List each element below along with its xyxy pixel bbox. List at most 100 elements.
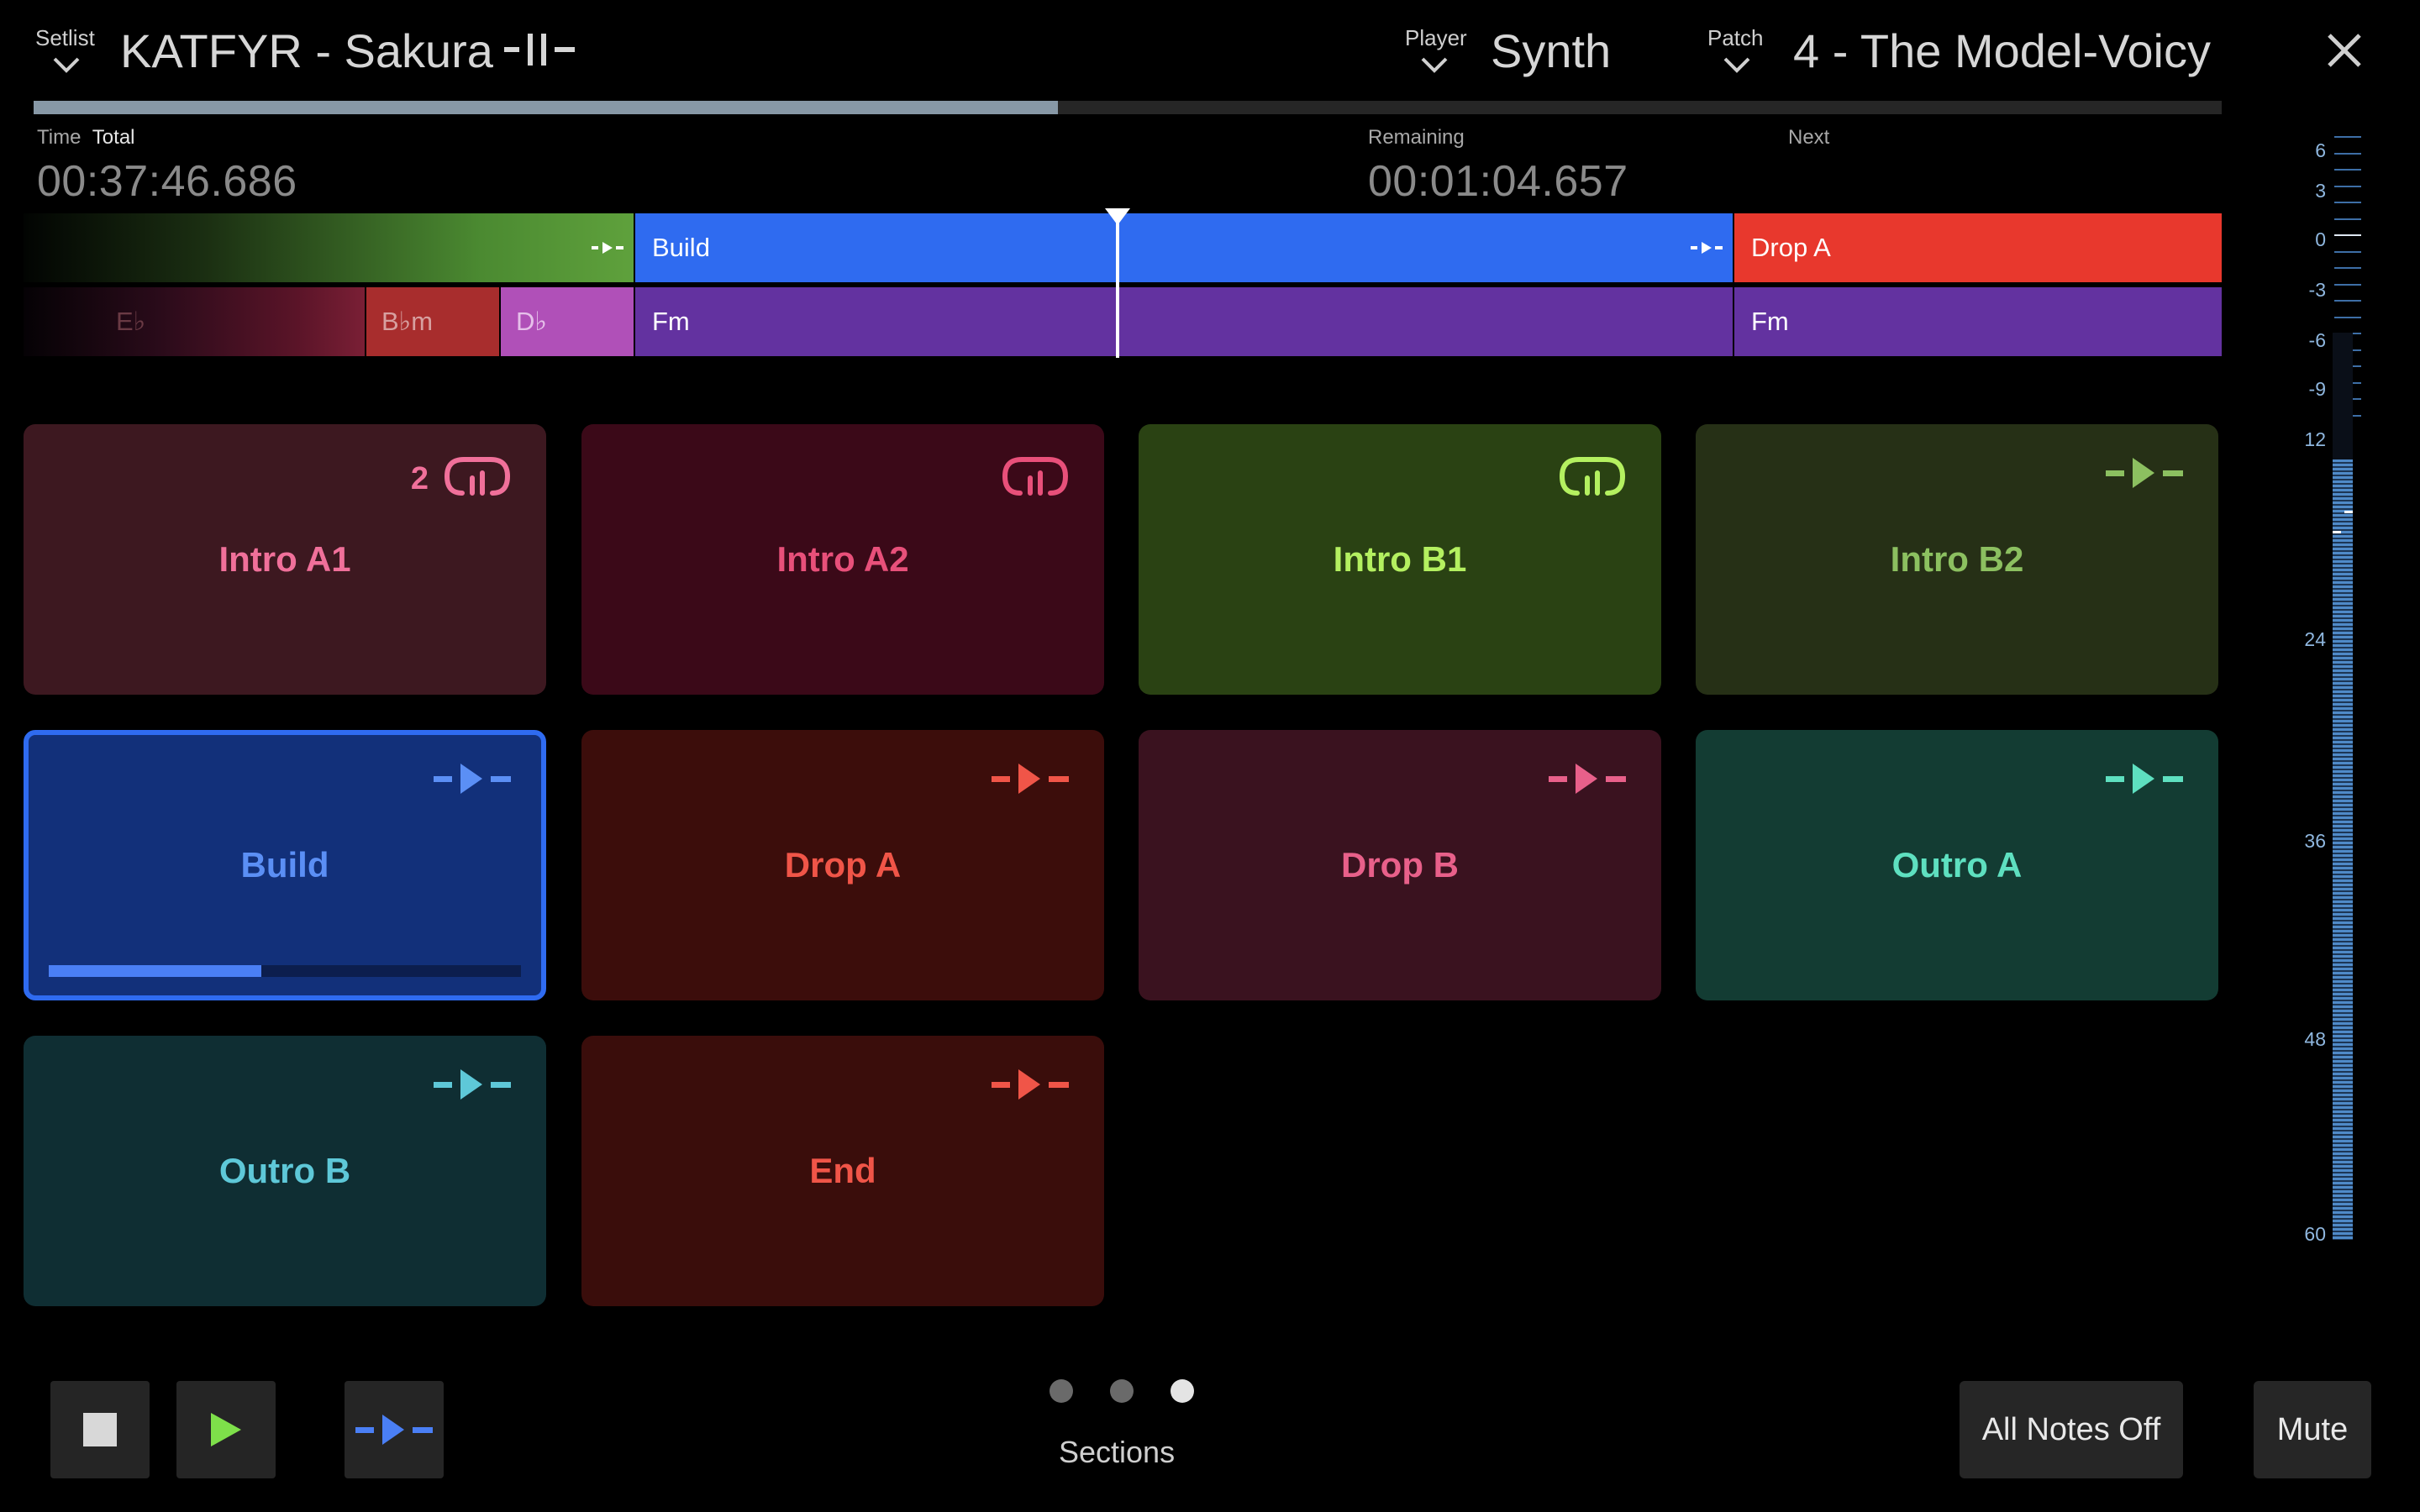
play-next-icon [1691,242,1723,254]
timeline-section-drop-a[interactable]: Drop A [1734,213,2222,282]
pad-icon [1549,762,1626,800]
meter-scale-label: 24 [2304,628,2326,650]
meter-scale-label: 6 [2315,139,2326,161]
play-next-icon [434,764,511,794]
play-button[interactable] [176,1381,276,1478]
time-total-label: Time Total [37,126,135,149]
pad-icon [434,762,511,800]
meter-tick [2334,169,2361,171]
pad-icon [444,456,511,501]
loop-icon [444,457,511,496]
pad-icon [2106,456,2183,494]
peak-marker [2333,531,2341,533]
setlist-selector[interactable]: Setlist [35,25,103,84]
section-progress-fill [49,965,261,977]
pad-icon [1559,456,1626,501]
pad-icon [992,762,1069,800]
play-next-icon [2106,458,2183,488]
level-meter [2333,333,2353,1240]
playhead[interactable] [1116,208,1119,358]
play-next-icon [1549,764,1626,794]
chevron-down-icon [53,57,80,73]
meter-scale-label: -9 [2308,378,2326,400]
pad-label: Outro B [218,1151,351,1190]
section-pad[interactable]: Build [24,730,546,1000]
song-title: KATFYR - Sakura [120,24,493,77]
stop-button[interactable] [50,1381,150,1478]
remaining-label: Remaining [1368,126,1465,149]
section-pad[interactable]: Intro A1 2 [24,424,546,695]
close-icon[interactable] [2326,32,2363,69]
timeline-section-label: Build [652,233,710,262]
pad-label: Intro B1 [1333,539,1467,579]
stop-icon [83,1413,117,1446]
pad-label: End [809,1151,876,1190]
next-label: Next [1788,126,1830,149]
player-label: Player [1405,25,1467,50]
peak-marker [2344,511,2353,513]
setlist-label: Setlist [35,25,95,50]
timeline-section-previous[interactable] [24,213,634,282]
meter-tick [2334,316,2361,318]
section-progress-bar [49,965,521,977]
pad-icon [1002,456,1069,501]
play-next-button[interactable] [345,1381,444,1478]
pad-label: Intro A2 [776,539,909,579]
meter-scale-label: -3 [2308,279,2326,301]
timeline-section-label: Drop A [1751,233,1831,262]
pad-icon [2106,762,2183,800]
patch-selector[interactable]: Patch [1707,25,1783,84]
section-pad[interactable]: Intro B2 [1696,424,2218,695]
meter-scale-label: 36 [2304,830,2326,852]
pad-label: Intro A1 [218,539,351,579]
patch-value[interactable]: 4 - The Model-Voicy [1793,24,2211,78]
pad-label: Intro B2 [1890,539,2024,579]
meter-tick [2334,300,2361,302]
mute-button[interactable]: Mute [2254,1381,2371,1478]
level-meter-fill [2333,459,2353,1240]
loop-icon [1002,457,1069,496]
section-pad[interactable]: Outro B [24,1036,546,1306]
meter-tick [2334,250,2361,253]
section-pad[interactable]: Intro B1 [1139,424,1661,695]
meter-tick [2334,185,2361,187]
play-icon [211,1413,241,1446]
meter-scale-label: 3 [2315,180,2326,202]
chord-fm-next: Fm [1734,287,2222,356]
meter-tick [2334,202,2361,203]
pad-label: Drop B [1341,845,1459,885]
section-pad[interactable]: Intro A2 [581,424,1104,695]
meter-tick [2334,136,2361,138]
chevron-down-icon [1723,57,1750,73]
play-next-icon [992,764,1069,794]
section-pad[interactable]: Drop A [581,730,1104,1000]
player-selector[interactable]: Player [1405,25,1481,84]
timeline[interactable]: Build Drop A E♭ B♭m D♭ Fm Fm [24,208,2222,358]
play-next-icon [992,1069,1069,1100]
pad-label: Build [240,845,329,885]
page-dot[interactable] [1050,1379,1073,1403]
meter-scale-label: 60 [2304,1223,2326,1245]
song-progress-fill [34,101,1058,114]
meter-scale-label: 0 [2315,228,2326,250]
chord-fm: Fm [635,287,1733,356]
page-dot[interactable] [1171,1379,1194,1403]
meter-scale-label: 48 [2304,1028,2326,1050]
section-pad[interactable]: Outro A [1696,730,2218,1000]
play-next-icon [2106,764,2183,794]
song-progress-bar[interactable] [34,101,2222,114]
loop-count-badge: 2 [410,461,429,496]
section-pad[interactable]: Drop B [1139,730,1661,1000]
all-notes-off-button[interactable]: All Notes Off [1960,1381,2183,1478]
meter-scale-label: -6 [2308,329,2326,351]
section-pad[interactable]: End [581,1036,1104,1306]
meter-tick [2334,152,2361,155]
page-dot[interactable] [1110,1379,1134,1403]
chord-bbm: B♭m [366,287,499,356]
player-value[interactable]: Synth [1491,24,1611,78]
playhead-marker-icon [1105,208,1130,225]
remaining-time-value: 00:01:04.657 [1368,157,1628,206]
patch-label: Patch [1707,25,1764,50]
timeline-section-build[interactable]: Build [635,213,1733,282]
meter-tick [2334,267,2361,269]
